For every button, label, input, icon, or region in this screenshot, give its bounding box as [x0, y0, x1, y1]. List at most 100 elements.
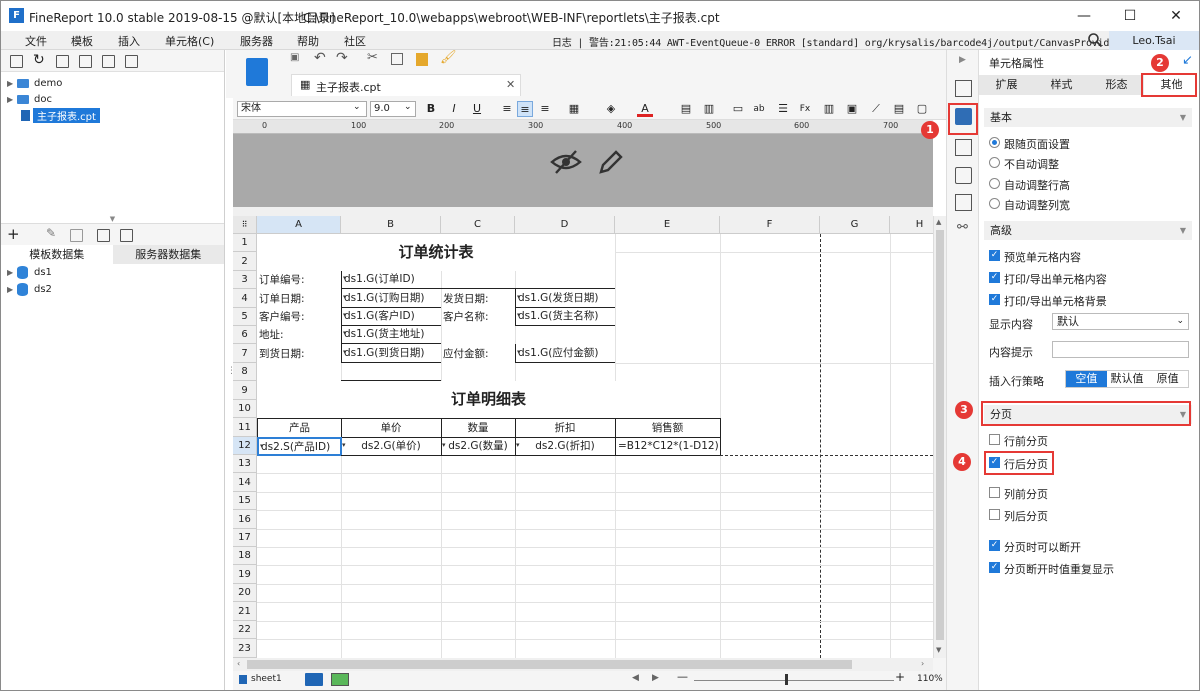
zoom-level[interactable]: 110% [917, 674, 943, 684]
menu-community[interactable]: 社区 [344, 33, 366, 49]
cell-element-icon[interactable] [955, 139, 972, 156]
section-advanced[interactable]: 高级 ▼ [984, 221, 1192, 240]
align-center-icon[interactable]: ≡ [517, 101, 533, 117]
scroll-left-icon[interactable]: ‹ [237, 659, 240, 668]
chevron-down-icon[interactable]: ▼ [1180, 221, 1186, 240]
row-header[interactable]: 11 [233, 418, 257, 437]
save-icon[interactable]: ▣ [290, 52, 299, 63]
menu-file[interactable]: 文件 [25, 33, 47, 49]
checkbox-repeat-value[interactable]: ✓ [989, 562, 1000, 573]
maximize-button[interactable]: ☐ [1107, 1, 1153, 31]
menu-cell[interactable]: 单元格(C) [165, 33, 214, 49]
zoom-slider-track[interactable] [694, 680, 894, 681]
row-header[interactable]: 9 [233, 381, 257, 400]
frame-icon[interactable]: ▢ [914, 101, 930, 117]
slash-icon[interactable]: ⟋ [868, 101, 884, 117]
cell-e12[interactable]: =B12*C12*(1-D12) [615, 437, 721, 456]
row-header[interactable]: 17 [233, 529, 257, 547]
row-header[interactable]: 10 [233, 400, 257, 418]
italic-button[interactable]: I [446, 101, 462, 117]
cell-b6[interactable]: ▾ ds1.G(货主地址) [341, 326, 441, 344]
zoom-in-button[interactable]: + [895, 670, 905, 684]
cell-c7[interactable]: 应付金额: [443, 345, 489, 363]
row-header[interactable]: 2 [233, 252, 257, 271]
locate-icon[interactable] [79, 55, 92, 68]
copy-icon[interactable] [391, 53, 403, 65]
insert-line-icon[interactable]: ▭ [730, 101, 746, 117]
menu-server[interactable]: 服务器 [240, 33, 273, 49]
paste-icon[interactable] [416, 53, 428, 66]
row-header[interactable]: 13 [233, 455, 257, 473]
cell-b3[interactable]: ▾ ds1.G(订单ID) [341, 271, 615, 289]
file-tab-close-icon[interactable]: ✕ [506, 78, 515, 91]
font-color-icon[interactable]: A [637, 101, 653, 117]
row-header[interactable]: 16 [233, 510, 257, 529]
cell-c4[interactable]: 发货日期: [443, 290, 489, 308]
condition-icon[interactable] [955, 194, 972, 211]
copy-icon[interactable] [125, 55, 138, 68]
expand-arrow-icon[interactable]: ▶ [7, 79, 17, 88]
cell-a11[interactable]: 产品 [257, 418, 342, 438]
row-header[interactable]: 6 [233, 326, 257, 344]
row-header[interactable]: 23 [233, 639, 257, 658]
row-header[interactable]: 15 [233, 492, 257, 510]
collapse-arrow-icon[interactable]: ▶ [959, 55, 966, 65]
cell-d4[interactable]: ▾ ds1.G(发货日期) [515, 289, 615, 308]
radio-follow-page[interactable] [989, 137, 1000, 148]
tree-item-selected[interactable]: 主子报表.cpt [7, 107, 100, 123]
column-header[interactable]: C [441, 216, 515, 234]
row-header[interactable]: 1 [233, 234, 257, 252]
scroll-right-icon[interactable]: › [921, 659, 924, 668]
menu-template[interactable]: 模板 [71, 33, 93, 49]
title-cell[interactable]: 订单统计表 [257, 234, 615, 271]
minimize-button[interactable]: — [1061, 1, 1107, 31]
cell-b4[interactable]: ▾ ds1.G(订购日期) [341, 289, 441, 308]
insert-image-icon[interactable]: ▣ [844, 101, 860, 117]
row-header[interactable]: 8 [233, 363, 257, 381]
section-basic[interactable]: 基本 ▼ [984, 108, 1192, 127]
display-content-select[interactable]: 默认 ⌄ [1052, 313, 1189, 330]
chevron-down-icon[interactable]: ▼ [1180, 108, 1186, 127]
insert-richtext-icon[interactable]: ☰ [775, 101, 791, 117]
cell-b12[interactable]: ▾ ds2.G(单价) [341, 437, 442, 456]
formula-icon[interactable]: Fx [797, 101, 813, 117]
row-header[interactable]: 7 [233, 344, 257, 363]
row-header[interactable]: 14 [233, 473, 257, 492]
unmerge-icon[interactable]: ▥ [701, 101, 717, 117]
tab-template-datasets[interactable]: 模板数据集 [1, 245, 113, 264]
delete-dataset-icon[interactable] [70, 229, 83, 242]
undo-icon[interactable]: ↶ [314, 50, 326, 66]
close-button[interactable]: ✕ [1153, 1, 1199, 31]
log-message[interactable]: 日志 | 警告:21:05:44 AWT-EventQueue-0 ERROR … [552, 34, 1121, 49]
merge-icon[interactable]: ▤ [678, 101, 694, 117]
pin-icon[interactable]: ↙ [1182, 53, 1193, 68]
cell-a6[interactable]: 地址: [259, 326, 284, 344]
tree-item[interactable]: ▶ demo [7, 75, 62, 91]
cut-icon[interactable]: ✂ [367, 50, 378, 65]
row-header[interactable]: 12 [233, 437, 257, 455]
column-header[interactable]: B [341, 216, 441, 234]
cell-c12[interactable]: ▾ ds2.G(数量) [441, 437, 516, 456]
cell-b11[interactable]: 单价 [341, 418, 442, 438]
insert-chart-icon[interactable]: ▥ [821, 101, 837, 117]
menu-insert[interactable]: 插入 [118, 33, 140, 49]
vertical-scrollbar[interactable]: ▲ ▼ [933, 216, 946, 658]
sheet-tab[interactable]: sheet1 [251, 674, 282, 684]
checkbox-page-before-col[interactable] [989, 487, 1000, 498]
add-poly-sheet-icon[interactable] [331, 673, 349, 686]
file-tab[interactable]: ▦ 主子报表.cpt ✕ [291, 74, 521, 96]
add-sheet-icon[interactable] [305, 673, 323, 686]
insert-policy-original[interactable]: 原值 [1147, 371, 1188, 387]
splitter[interactable] [233, 207, 933, 216]
column-header[interactable]: F [720, 216, 820, 234]
cell-c11[interactable]: 数量 [441, 418, 516, 438]
radio-auto-width[interactable] [989, 198, 1000, 209]
scroll-thumb[interactable] [936, 230, 944, 640]
preview-icon[interactable] [97, 229, 110, 242]
widget-icon[interactable] [955, 167, 972, 184]
spreadsheet-grid[interactable]: ⠿ A B C D E F G H 1 2 3 4 5 6 7 8 9 10 1… [233, 216, 933, 658]
row-header[interactable]: 18 [233, 547, 257, 565]
open-icon[interactable] [56, 55, 69, 68]
cell-a3[interactable]: 订单编号: [259, 272, 305, 289]
tab-shape[interactable]: 形态 [1089, 75, 1144, 95]
